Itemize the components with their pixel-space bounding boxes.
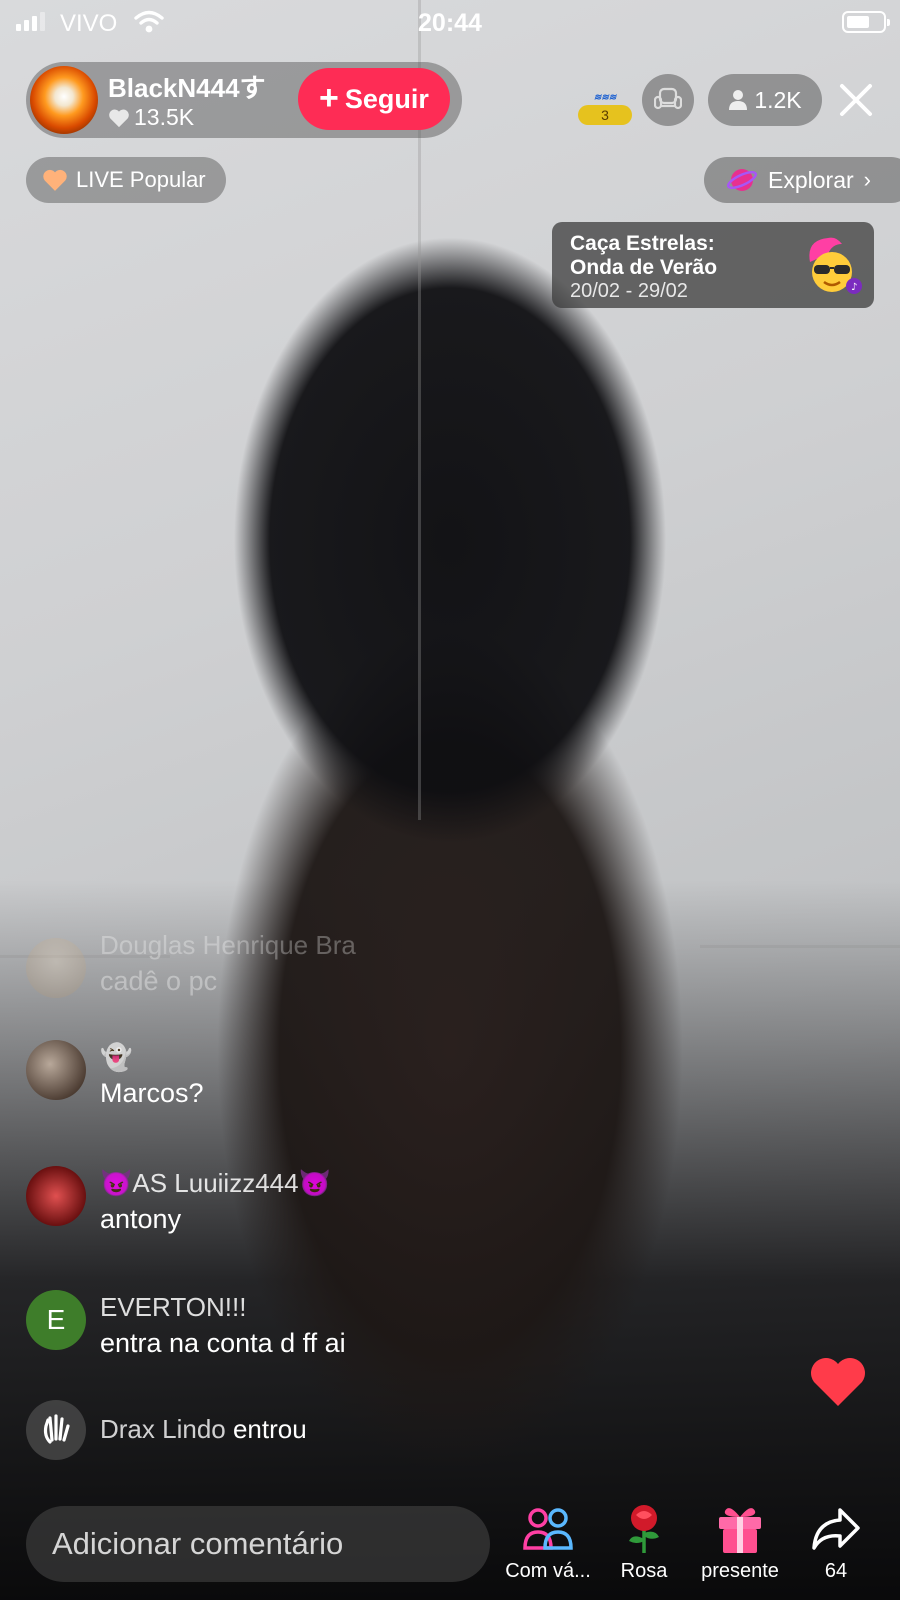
comment-text: Marcos? bbox=[100, 1078, 204, 1108]
wave-hand-icon bbox=[26, 1400, 86, 1460]
live-stream-screen: VIVO 20:44 BlackN444す 13.5K + Seguir ≋≋≋… bbox=[0, 0, 900, 1600]
comment-avatar[interactable] bbox=[26, 1166, 86, 1226]
join-username[interactable]: Drax Lindo bbox=[100, 1414, 226, 1444]
comment-avatar[interactable] bbox=[26, 938, 86, 998]
join-notice-text: Drax Lindo entrou bbox=[100, 1414, 307, 1445]
host-avatar[interactable] bbox=[30, 66, 98, 134]
action-label: presente bbox=[701, 1560, 779, 1582]
person-icon bbox=[729, 90, 748, 110]
sunglasses-emoji-icon: ♪ bbox=[809, 237, 862, 294]
viewer-count-button[interactable]: 1.2K bbox=[708, 74, 822, 126]
live-popular-label: LIVE Popular bbox=[76, 167, 206, 192]
plus-icon: + bbox=[319, 78, 339, 117]
event-dates: 20/02 - 29/02 bbox=[570, 280, 688, 302]
comment-avatar[interactable] bbox=[26, 1040, 86, 1100]
follow-button[interactable]: + Seguir bbox=[298, 68, 450, 130]
multi-guest-button[interactable]: Com vá... bbox=[498, 1502, 598, 1583]
likes-count: 13.5K bbox=[134, 104, 195, 130]
heart-icon bbox=[43, 169, 67, 191]
comment-username[interactable]: 👻 bbox=[100, 1042, 132, 1073]
close-icon[interactable] bbox=[836, 80, 876, 120]
rank-number: 3 bbox=[578, 105, 632, 125]
multi-guest-icon bbox=[523, 1508, 573, 1550]
host-name[interactable]: BlackN444す bbox=[108, 68, 266, 105]
comment-item[interactable]: 😈AS Luuiizz444😈 antony bbox=[26, 1166, 426, 1236]
status-bar: VIVO 20:44 bbox=[0, 0, 900, 44]
comment-text: cadê o pc bbox=[100, 966, 218, 996]
comment-item[interactable]: E EVERTON!!! entra na conta d ff ai bbox=[26, 1290, 446, 1360]
rank-badge-logo: ≋≋≋ bbox=[593, 92, 617, 102]
comment-username[interactable]: 😈AS Luuiizz444😈 bbox=[100, 1168, 331, 1199]
rose-icon bbox=[629, 1505, 659, 1553]
rose-button[interactable]: Rosa bbox=[594, 1502, 694, 1583]
clock: 20:44 bbox=[418, 9, 482, 37]
join-action: entrou bbox=[232, 1414, 307, 1444]
chevron-right-icon: › bbox=[863, 167, 871, 192]
heart-icon[interactable] bbox=[808, 1354, 868, 1410]
comment-item[interactable]: Douglas Henrique Bra cadê o pc bbox=[26, 930, 446, 1008]
comment-item[interactable]: 👻 Marcos? bbox=[26, 1040, 326, 1110]
explore-label: Explorar bbox=[768, 166, 854, 193]
battery-icon bbox=[842, 11, 890, 33]
action-label: Rosa bbox=[620, 1560, 668, 1582]
host-info-pill[interactable]: BlackN444す 13.5K + Seguir bbox=[26, 62, 462, 138]
comment-avatar[interactable]: E bbox=[26, 1290, 86, 1350]
action-label: 64 bbox=[824, 1560, 848, 1582]
live-popular-badge[interactable]: LIVE Popular bbox=[26, 157, 226, 203]
viewer-count: 1.2K bbox=[754, 86, 802, 113]
rank-badge[interactable]: ≋≋≋ 3 bbox=[578, 92, 632, 126]
explore-button[interactable]: Explorar › bbox=[704, 157, 900, 203]
host-likes: 13.5K bbox=[108, 104, 194, 131]
share-button[interactable]: 64 bbox=[786, 1502, 886, 1583]
join-notice: Drax Lindo entrou bbox=[26, 1400, 406, 1460]
action-label: Com vá... bbox=[505, 1560, 591, 1582]
wall-tile-line bbox=[700, 945, 900, 948]
event-title: Caça Estrelas: Onda de Verão bbox=[570, 232, 718, 279]
comment-username[interactable]: Douglas Henrique Bra bbox=[100, 930, 356, 961]
comment-text: antony bbox=[100, 1204, 182, 1234]
comment-text: entra na conta d ff ai bbox=[100, 1328, 346, 1358]
svg-text:♪: ♪ bbox=[851, 282, 857, 293]
comment-username[interactable]: EVERTON!!! bbox=[100, 1292, 246, 1323]
gift-icon bbox=[719, 1508, 761, 1553]
event-banner[interactable]: Caça Estrelas: Onda de Verão 20/02 - 29/… bbox=[552, 222, 874, 308]
follow-label: Seguir bbox=[344, 83, 429, 114]
gift-button[interactable]: presente bbox=[690, 1502, 790, 1583]
heart-icon bbox=[109, 109, 129, 127]
armchair-icon bbox=[654, 87, 682, 110]
avatar-letter: E bbox=[46, 1304, 66, 1335]
comment-input[interactable] bbox=[26, 1506, 490, 1582]
share-icon bbox=[812, 1508, 860, 1550]
seat-button[interactable] bbox=[642, 74, 694, 126]
planet-icon bbox=[726, 169, 758, 191]
